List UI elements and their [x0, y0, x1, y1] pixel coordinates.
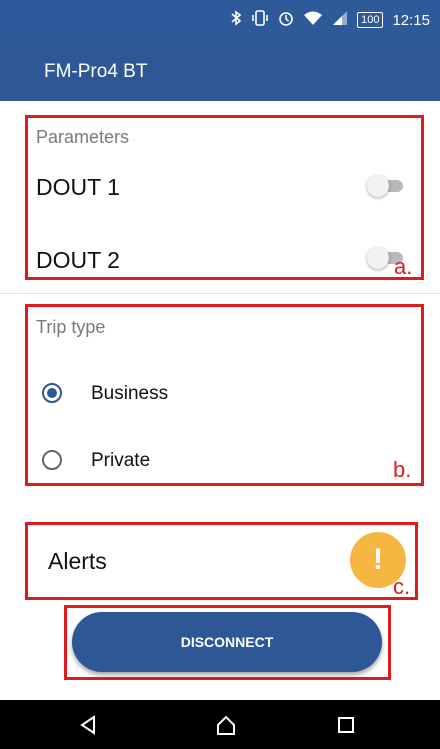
- dout2-label: DOUT 2: [36, 247, 120, 273]
- app-title: FM-Pro4 BT: [44, 61, 148, 82]
- business-radio[interactable]: [42, 383, 62, 403]
- annotation-c: c.: [393, 574, 411, 599]
- alarm-icon: [278, 10, 294, 30]
- dout1-label: DOUT 1: [36, 174, 120, 200]
- annotation-a: a.: [394, 254, 413, 279]
- clock: 12:15: [392, 11, 430, 29]
- trip-type-heading: Trip type: [36, 317, 106, 337]
- signal-icon: [332, 10, 348, 30]
- business-label: Business: [91, 383, 169, 404]
- dout1-toggle[interactable]: [367, 175, 407, 197]
- bluetooth-icon: [230, 10, 242, 30]
- annotation-b: b.: [393, 457, 412, 482]
- private-label: Private: [91, 450, 151, 471]
- home-button[interactable]: [196, 700, 256, 749]
- divider: [0, 293, 440, 294]
- parameters-heading: Parameters: [36, 127, 130, 147]
- wifi-icon: [303, 10, 323, 30]
- home-icon: [217, 715, 235, 735]
- navigation-bar: [0, 700, 440, 749]
- recents-button[interactable]: [316, 700, 376, 749]
- alerts-label: Alerts: [48, 548, 107, 574]
- status-icons: 100 12:15: [230, 10, 430, 30]
- disconnect-button[interactable]: DISCONNECT: [72, 612, 382, 672]
- battery-indicator: 100: [357, 12, 384, 28]
- back-button[interactable]: [58, 700, 118, 749]
- status-bar: 100 12:15: [0, 0, 440, 39]
- back-icon: [80, 714, 95, 735]
- private-radio[interactable]: [42, 450, 62, 470]
- vibrate-icon: [251, 10, 269, 30]
- recents-icon: [338, 716, 354, 733]
- app-bar: FM-Pro4 BT: [0, 39, 440, 101]
